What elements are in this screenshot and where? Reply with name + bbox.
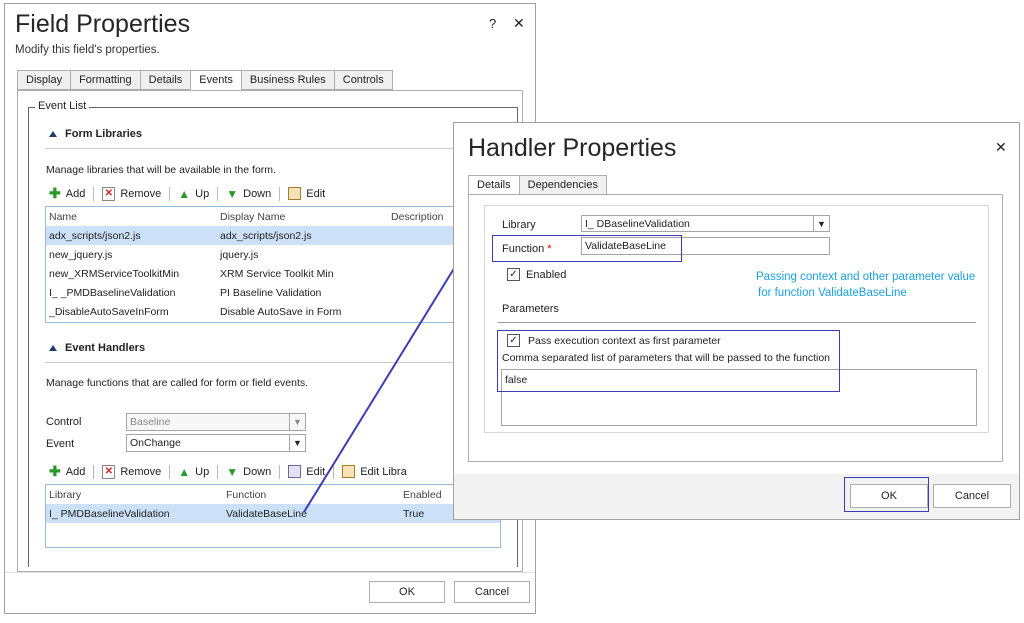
annotation-line-1: Passing context and other parameter valu… [756, 271, 976, 283]
parameters-divider [498, 322, 976, 323]
library-label: Library [502, 219, 536, 231]
function-highlight-box [492, 235, 682, 262]
enabled-checkbox-row[interactable]: ✓ Enabled [507, 268, 566, 281]
parameters-highlight-box [497, 330, 840, 392]
tab-dependencies[interactable]: Dependencies [518, 175, 607, 195]
connector-line [303, 261, 459, 513]
annotation-callout: Passing context and other parameter valu… [756, 269, 975, 301]
handler-properties-dialog: Handler Properties ✕ Details Dependencie… [453, 122, 1020, 520]
tab-bar: Details Dependencies [468, 175, 607, 195]
cancel-button[interactable]: Cancel [933, 484, 1011, 508]
check-icon[interactable]: ✓ [507, 268, 520, 281]
enabled-label: Enabled [526, 268, 567, 281]
annotation-line-2: for function ValidateBaseLine [758, 287, 907, 299]
chevron-down-icon: ▼ [813, 216, 829, 231]
library-select-value: I_ DBaselineValidation [585, 217, 690, 230]
dialog-title: Handler Properties [468, 134, 677, 162]
close-button[interactable]: ✕ [995, 139, 1007, 156]
ok-highlight-box [844, 477, 929, 512]
parameters-label: Parameters [502, 303, 559, 315]
library-select[interactable]: I_ DBaselineValidation ▼ [581, 215, 830, 232]
tab-details[interactable]: Details [468, 175, 520, 195]
